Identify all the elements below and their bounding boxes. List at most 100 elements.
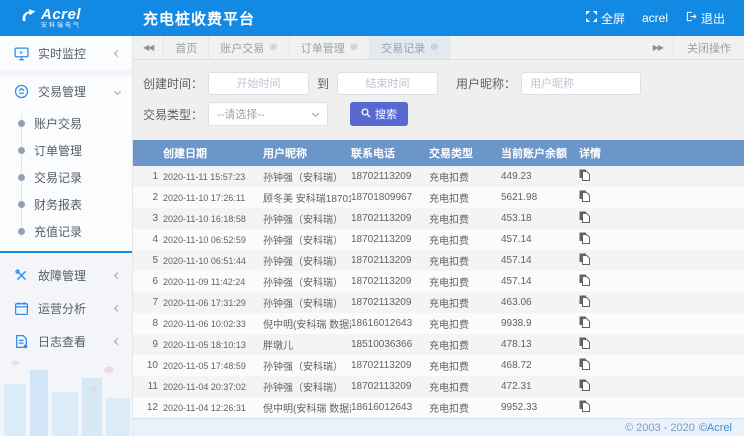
- sidebar-subitem-order-mgmt[interactable]: 订单管理: [0, 137, 132, 164]
- sidebar-item-label: 交易管理: [38, 83, 86, 100]
- tabs-collapse-button[interactable]: ◀◀: [133, 36, 163, 59]
- sidebar-subitem-transaction-records[interactable]: 交易记录: [0, 164, 132, 191]
- cell-detail: [577, 316, 744, 331]
- detail-copy-icon[interactable]: [579, 358, 590, 370]
- cell-detail: [577, 295, 744, 310]
- tab-close-icon[interactable]: ⊗: [430, 42, 438, 53]
- cell-date: 2020-11-05 17:48:59: [163, 361, 263, 371]
- sidebar-item-realtime-monitor[interactable]: 实时监控: [0, 36, 132, 70]
- tab-home[interactable]: 首页: [163, 36, 209, 59]
- logout-button[interactable]: 退出: [680, 10, 730, 27]
- cell-type: 充电扣费: [429, 190, 501, 205]
- sidebar-item-operations-analysis[interactable]: 运营分析: [0, 292, 132, 325]
- page-title: 充电桩收费平台: [143, 8, 581, 29]
- acrel-logo-icon: [20, 9, 37, 28]
- nickname-input[interactable]: [521, 72, 641, 95]
- submenu-label: 交易记录: [34, 169, 82, 186]
- cell-date: 2020-11-06 10:02:33: [163, 319, 263, 329]
- detail-copy-icon[interactable]: [579, 295, 590, 307]
- logout-icon: [685, 11, 697, 25]
- start-time-input[interactable]: [208, 72, 309, 95]
- cell-date: 2020-11-05 18:10:13: [163, 340, 263, 350]
- detail-copy-icon[interactable]: [579, 379, 590, 391]
- column-header-phone: 联系电话: [351, 145, 429, 161]
- table-row: 112020-11-04 20:37:02孙钟强（安科瑞）18702113209…: [133, 376, 744, 397]
- cell-date: 2020-11-09 11:42:24: [163, 277, 263, 287]
- sidebar-decoration: [0, 358, 131, 436]
- cell-detail: [577, 190, 744, 205]
- tab-close-icon[interactable]: ⊗: [350, 42, 358, 53]
- fault-tools-icon: [14, 268, 29, 283]
- cell-date: 2020-11-10 16:18:58: [163, 214, 263, 224]
- cell-balance: 463.06: [501, 297, 577, 308]
- butterfly-icon: [103, 364, 114, 375]
- transaction-type-select[interactable]: --请选择--: [208, 102, 328, 126]
- sidebar-subitem-account-transactions[interactable]: 账户交易: [0, 110, 132, 137]
- detail-copy-icon[interactable]: [579, 400, 590, 412]
- bullet-icon: [18, 174, 25, 181]
- fullscreen-button[interactable]: 全屏: [581, 10, 630, 27]
- cell-index: 11: [133, 381, 163, 392]
- username[interactable]: acrel: [636, 11, 674, 25]
- detail-copy-icon[interactable]: [579, 169, 590, 181]
- tab-transaction-records[interactable]: 交易记录 ⊗: [370, 36, 450, 59]
- sidebar-subitem-financial-reports[interactable]: 财务报表: [0, 191, 132, 218]
- cell-type: 充电扣费: [429, 211, 501, 226]
- search-button[interactable]: 搜索: [350, 102, 408, 126]
- sidebar-item-label: 运营分析: [38, 300, 86, 317]
- cell-phone: 18702113209: [351, 360, 429, 371]
- chevron-down-icon: [312, 110, 319, 117]
- tab-label: 交易记录: [381, 40, 425, 56]
- detail-copy-icon[interactable]: [579, 232, 590, 244]
- table-row: 72020-11-06 17:31:29孙钟强（安科瑞）18702113209充…: [133, 292, 744, 313]
- chevron-left-icon: [114, 272, 121, 279]
- cell-phone: 18702113209: [351, 297, 429, 308]
- tab-account-transactions[interactable]: 账户交易 ⊗: [209, 36, 289, 59]
- cell-balance: 457.14: [501, 234, 577, 245]
- cell-balance: 9952.33: [501, 402, 577, 413]
- tab-order-mgmt[interactable]: 订单管理 ⊗: [290, 36, 370, 59]
- main-content: ◀◀ 首页 账户交易 ⊗ 订单管理 ⊗ 交易记录 ⊗ ▶▶ 关闭操作: [133, 36, 744, 436]
- acrel-link[interactable]: ©Acrel: [699, 422, 732, 434]
- cell-balance: 472.31: [501, 381, 577, 392]
- fullscreen-label: 全屏: [601, 10, 625, 27]
- close-operations-button[interactable]: 关闭操作: [673, 36, 744, 59]
- detail-copy-icon[interactable]: [579, 211, 590, 223]
- sidebar-item-log-view[interactable]: 日志查看: [0, 325, 132, 358]
- cell-date: 2020-11-04 20:37:02: [163, 382, 263, 392]
- acrel-logo: Acrel 安科瑞电气: [0, 7, 133, 29]
- detail-copy-icon[interactable]: [579, 274, 590, 286]
- detail-copy-icon[interactable]: [579, 190, 590, 202]
- cell-nickname: 倪中明(安科瑞 数据部)1: [263, 316, 351, 331]
- cell-nickname: 倪中明(安科瑞 数据部)1: [263, 400, 351, 415]
- table-row: 32020-11-10 16:18:58孙钟强（安科瑞）18702113209充…: [133, 208, 744, 229]
- bullet-icon: [18, 120, 25, 127]
- cell-date: 2020-11-10 06:52:59: [163, 235, 263, 245]
- end-time-input[interactable]: [337, 72, 438, 95]
- sidebar-item-fault-mgmt[interactable]: 故障管理: [0, 259, 132, 292]
- cell-balance: 478.13: [501, 339, 577, 350]
- cell-balance: 453.18: [501, 213, 577, 224]
- tab-label: 账户交易: [220, 40, 264, 56]
- cell-nickname: 孙钟强（安科瑞）: [263, 358, 351, 373]
- bullet-icon: [18, 147, 25, 154]
- detail-copy-icon[interactable]: [579, 316, 590, 328]
- cell-balance: 5621.98: [501, 192, 577, 203]
- tabs-expand-button[interactable]: ▶▶: [643, 36, 673, 59]
- table-row: 22020-11-10 17:26:11顾冬美 安科瑞1870180187018…: [133, 187, 744, 208]
- cell-nickname: 孙钟强（安科瑞）: [263, 169, 351, 184]
- detail-copy-icon[interactable]: [579, 253, 590, 265]
- cell-index: 9: [133, 339, 163, 350]
- table-header: 创建日期 用户昵称 联系电话 交易类型 当前账户余额 详情: [133, 140, 744, 166]
- cell-type: 充电扣费: [429, 400, 501, 415]
- detail-copy-icon[interactable]: [579, 337, 590, 349]
- sidebar-subitem-recharge-records[interactable]: 充值记录: [0, 218, 132, 245]
- cell-phone: 18510036366: [351, 339, 429, 350]
- tab-close-icon[interactable]: ⊗: [269, 42, 277, 53]
- cell-index: 5: [133, 255, 163, 266]
- sidebar-item-transaction-mgmt[interactable]: 交易管理: [0, 76, 132, 106]
- cell-index: 6: [133, 276, 163, 287]
- cell-phone: 18616012643: [351, 402, 429, 413]
- column-header-nickname: 用户昵称: [263, 145, 351, 161]
- cell-type: 充电扣费: [429, 316, 501, 331]
